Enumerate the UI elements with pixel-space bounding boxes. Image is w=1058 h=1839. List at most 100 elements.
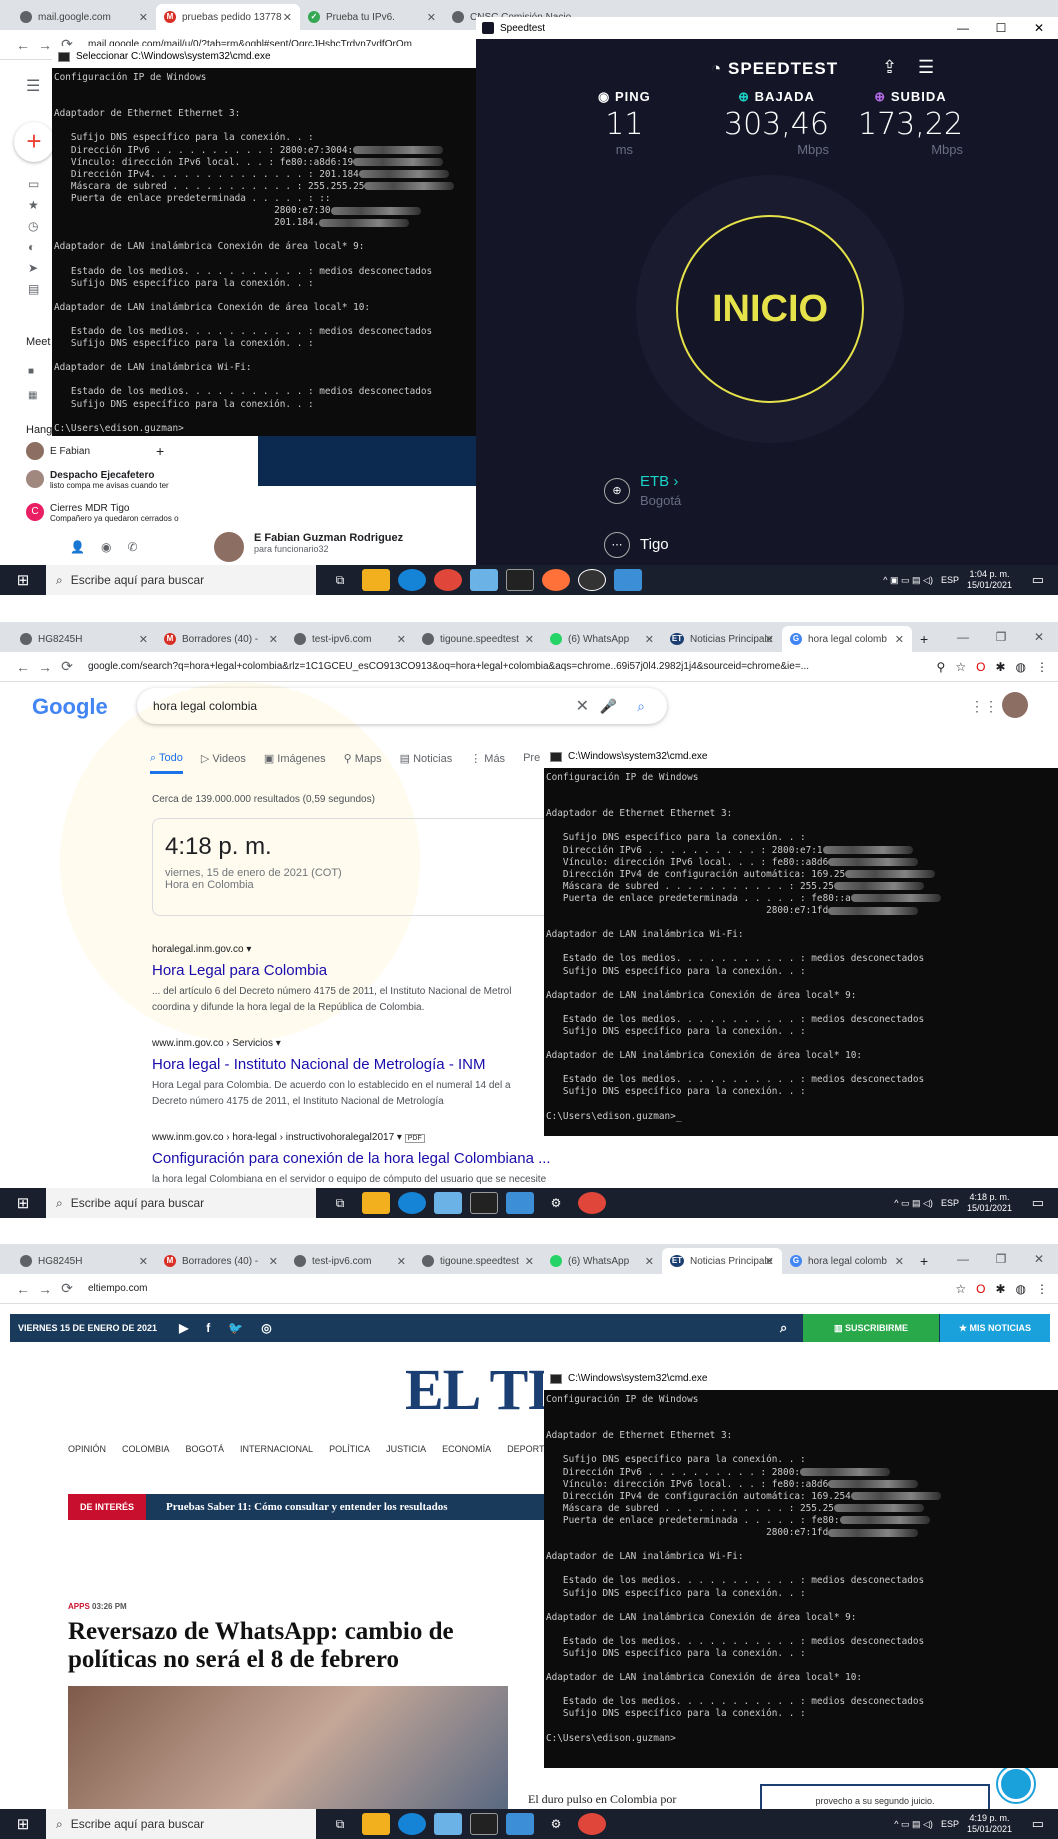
file-explorer-icon[interactable] xyxy=(362,569,390,591)
app-icon[interactable] xyxy=(470,569,498,591)
speedtest-title-bar[interactable]: Speedtest — ☐ ✕ xyxy=(476,17,1058,39)
close-icon[interactable]: ✕ xyxy=(1020,622,1058,652)
clock[interactable]: 4:19 p. m. 15/01/2021 xyxy=(967,1813,1012,1835)
menu-icon[interactable]: ⋮ xyxy=(1036,1282,1048,1296)
notification-icon[interactable]: ▭ xyxy=(1032,572,1044,588)
clear-icon[interactable]: ✕ xyxy=(576,696,589,716)
mic-icon[interactable]: 🎤 xyxy=(600,698,617,715)
interest-headline[interactable]: Pruebas Saber 11: Cómo consultar y enten… xyxy=(166,1501,448,1513)
main-headline[interactable]: Reversazo de WhatsApp: cambio de polític… xyxy=(68,1618,488,1674)
windows-start-icon[interactable]: ⊞ xyxy=(0,1815,46,1833)
cmd-icon[interactable] xyxy=(506,569,534,591)
file-explorer-icon[interactable] xyxy=(362,1813,390,1835)
close-icon[interactable]: ✕ xyxy=(283,11,292,24)
close-icon[interactable]: ✕ xyxy=(765,1255,774,1268)
forward-icon[interactable]: → xyxy=(34,1281,56,1297)
tab-borradores[interactable]: M Borradores (40) - ✕ xyxy=(156,1248,286,1274)
instagram-icon[interactable]: ◎ xyxy=(261,1321,271,1335)
close-icon[interactable]: ✕ xyxy=(269,633,278,646)
tab-google[interactable]: Ghora legal colomb ✕ xyxy=(782,626,912,652)
notification-icon[interactable]: ▭ xyxy=(1032,1816,1044,1832)
nav-internacional[interactable]: INTERNACIONAL xyxy=(240,1444,313,1454)
tab-images[interactable]: ▣ Imágenes xyxy=(264,752,326,774)
taskbar-search[interactable]: ⌕ Escribe aquí para buscar xyxy=(46,565,316,595)
tab-hg8245h[interactable]: HG8245H ✕ xyxy=(12,1248,156,1274)
tray-icons[interactable]: ^ ▣ ▭ ▤ ◁) xyxy=(883,575,933,586)
apps-grid-icon[interactable]: ⋮⋮ xyxy=(970,698,998,715)
settings-icon[interactable]: ⚙ xyxy=(542,1192,570,1214)
close-icon[interactable]: ✕ xyxy=(645,633,654,646)
cmd-window[interactable]: Seleccionar C:\Windows\system32\cmd.exe … xyxy=(52,46,476,436)
file-explorer-icon[interactable] xyxy=(362,1192,390,1214)
youtube-icon[interactable]: ▶ xyxy=(179,1321,188,1335)
cmd-title-bar[interactable]: C:\Windows\system32\cmd.exe xyxy=(544,746,1058,768)
location-icon[interactable]: ⚲ xyxy=(937,660,946,674)
windows-start-icon[interactable]: ⊞ xyxy=(0,1194,46,1212)
url-field[interactable]: google.com/search?q=hora+legal+colombia&… xyxy=(88,661,848,672)
nav-bogota[interactable]: BOGOTÁ xyxy=(186,1444,225,1454)
task-view-icon[interactable]: ⧉ xyxy=(326,1192,354,1214)
close-icon[interactable]: ✕ xyxy=(139,11,148,24)
close-icon[interactable]: ✕ xyxy=(427,11,436,24)
search-icon[interactable]: ⌕ xyxy=(780,1320,787,1336)
cmd-window[interactable]: C:\Windows\system32\cmd.exe Configuració… xyxy=(544,746,1058,1136)
star-icon[interactable]: ☆ xyxy=(955,1282,966,1296)
close-icon[interactable]: ✕ xyxy=(895,633,904,646)
extensions-icon[interactable]: ✱ xyxy=(995,660,1005,674)
tab-mail[interactable]: mail.google.com ✕ xyxy=(12,4,156,30)
edge-icon[interactable] xyxy=(398,569,426,591)
settings-icon[interactable]: ☰ xyxy=(918,57,934,78)
opera-icon[interactable]: O xyxy=(976,660,985,674)
back-icon[interactable]: ← xyxy=(12,1281,34,1297)
tab-test-ipv6[interactable]: test-ipv6.com ✕ xyxy=(286,1248,414,1274)
taskbar-search[interactable]: ⌕ Escribe aquí para buscar xyxy=(46,1809,316,1839)
close-icon[interactable]: ✕ xyxy=(1020,17,1058,39)
tab-whatsapp[interactable]: (6) WhatsApp ✕ xyxy=(542,626,662,652)
cmd-title-bar[interactable]: C:\Windows\system32\cmd.exe xyxy=(544,1368,1058,1390)
task-view-icon[interactable]: ⧉ xyxy=(326,569,354,591)
chrome-icon[interactable] xyxy=(578,1813,606,1835)
cmd-output[interactable]: Configuración IP de Windows Adaptador de… xyxy=(52,68,476,436)
compose-icon[interactable]: + xyxy=(14,122,54,162)
plus-icon[interactable]: + xyxy=(156,443,164,459)
chat-bubble-icon[interactable] xyxy=(998,1766,1034,1802)
tab-eltiempo[interactable]: ET Noticias Principale ✕ xyxy=(662,1248,782,1274)
close-icon[interactable]: ✕ xyxy=(645,1255,654,1268)
menu-icon[interactable]: ⋮ xyxy=(1036,660,1048,674)
extensions-icon[interactable]: ✱ xyxy=(995,1282,1005,1296)
opera-icon[interactable]: O xyxy=(976,1282,985,1296)
google-logo[interactable]: Google xyxy=(32,694,108,720)
tab-videos[interactable]: ▷ Videos xyxy=(201,752,246,774)
avatar[interactable]: ◍ xyxy=(1016,660,1026,674)
tab-more[interactable]: ⋮ Más xyxy=(470,752,505,774)
nav-economia[interactable]: ECONOMÍA xyxy=(442,1444,491,1454)
app-icon[interactable] xyxy=(614,569,642,591)
facebook-icon[interactable]: f xyxy=(206,1321,210,1335)
nav-colombia[interactable]: COLOMBIA xyxy=(122,1444,170,1454)
tab-maps[interactable]: ⚲ Maps xyxy=(344,752,382,774)
chat-item[interactable]: C Cierres MDR Tigo Compañero ya quedaron c… xyxy=(26,503,186,523)
clock[interactable]: 1:04 p. m. 15/01/2021 xyxy=(967,569,1012,591)
chrome-icon[interactable] xyxy=(434,569,462,591)
share-icon[interactable]: ⇪ xyxy=(882,57,897,78)
phone-icon[interactable]: ✆ xyxy=(127,540,137,554)
clock[interactable]: 4:18 p. m. 15/01/2021 xyxy=(967,1192,1012,1214)
result-title-link[interactable]: Hora legal - Instituto Nacional de Metro… xyxy=(152,1056,485,1073)
nav-justicia[interactable]: JUSTICIA xyxy=(386,1444,426,1454)
tab-borradores[interactable]: M Borradores (40) - ✕ xyxy=(156,626,286,652)
nav-opinion[interactable]: OPINIÓN xyxy=(68,1444,106,1454)
notification-icon[interactable]: ▭ xyxy=(1032,1195,1044,1211)
cmd-icon[interactable] xyxy=(470,1813,498,1835)
close-icon[interactable]: ✕ xyxy=(139,1255,148,1268)
settings-icon[interactable]: ⚙ xyxy=(542,1813,570,1835)
close-icon[interactable]: ✕ xyxy=(1020,1244,1058,1274)
app-icon[interactable] xyxy=(506,1813,534,1835)
close-icon[interactable]: ✕ xyxy=(525,1255,534,1268)
avatar[interactable]: ◍ xyxy=(1016,1282,1026,1296)
restore-icon[interactable]: ❐ xyxy=(982,622,1020,652)
app-icon[interactable] xyxy=(434,1813,462,1835)
cmd-title-bar[interactable]: Seleccionar C:\Windows\system32\cmd.exe xyxy=(52,46,476,68)
minimize-icon[interactable]: — xyxy=(944,1244,982,1274)
result-title-link[interactable]: Configuración para conexión de la hora l… xyxy=(152,1150,551,1167)
back-icon[interactable]: ← xyxy=(12,37,34,53)
